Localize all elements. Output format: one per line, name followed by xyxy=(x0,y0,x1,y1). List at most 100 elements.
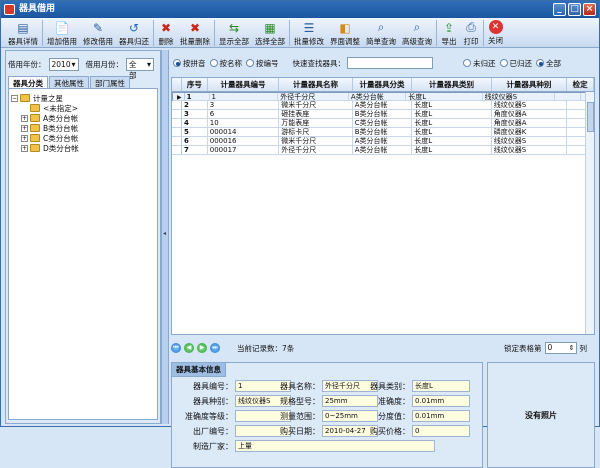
folder-icon xyxy=(30,144,40,152)
radio-all[interactable] xyxy=(536,59,544,67)
toolbar-button-2[interactable]: ✎ 修改借用 xyxy=(80,18,116,48)
toolbar-button-10[interactable]: ⌕ 简单查询 xyxy=(363,18,399,48)
tree-item[interactable]: + C类分台帐 xyxy=(11,133,155,143)
column-header[interactable]: 序号 xyxy=(182,78,208,91)
table-cell: 7 xyxy=(182,146,208,154)
field-label: 准确度： xyxy=(378,397,410,406)
grid-scrollbar[interactable] xyxy=(585,92,594,334)
field-value[interactable]: 0.01mm xyxy=(412,410,470,422)
tree-root[interactable]: − 计量之星 xyxy=(11,93,155,103)
tree-item[interactable]: + A类分台帐 xyxy=(11,113,155,123)
radio-number[interactable] xyxy=(246,59,254,67)
column-header[interactable]: 计量器具类别 xyxy=(412,78,492,91)
toolbar-button-9[interactable]: ◧ 界面调整 xyxy=(327,18,363,48)
minimize-button[interactable]: _ xyxy=(553,3,566,16)
tree-item[interactable]: <未指定> xyxy=(11,103,155,113)
radio-pinyin[interactable] xyxy=(173,59,181,67)
last-record-icon[interactable]: ⏭ xyxy=(210,343,220,353)
collapse-icon[interactable]: − xyxy=(11,94,18,102)
table-cell: 000017 xyxy=(208,146,280,154)
field-value[interactable]: 上量 xyxy=(235,440,435,452)
edit-document-icon: ✎ xyxy=(92,20,104,35)
pane-splitter[interactable]: ◂ xyxy=(161,50,169,424)
export-icon: ⇪ xyxy=(443,20,455,35)
table-cell: 线纹仪器S xyxy=(483,93,556,100)
expand-icon[interactable]: + xyxy=(21,114,28,122)
table-cell: 磷度仪器K xyxy=(492,128,568,136)
toolbar-button-12[interactable]: ⇪ 导出 xyxy=(438,18,460,48)
field-label: 测量范围： xyxy=(280,412,320,421)
toolbar-label: 打印 xyxy=(463,37,479,46)
field-value[interactable]: 0.01mm xyxy=(412,395,470,407)
table-row[interactable]: 2 3 微米千分尺 A类分台帐 长度L 线纹仪器S xyxy=(172,101,594,110)
prev-record-icon[interactable]: ◀ xyxy=(184,343,194,353)
return-icon: ↺ xyxy=(128,20,140,35)
field-label: 分度值： xyxy=(378,412,410,421)
radio-returned[interactable] xyxy=(499,59,508,67)
toolbar-button-7[interactable]: ▦ 选择全部 xyxy=(252,18,288,48)
table-cell: 1 xyxy=(185,93,210,100)
select-all-icon: ▦ xyxy=(264,20,276,35)
field-value[interactable]: 长度L xyxy=(412,380,470,392)
table-cell: 长度L xyxy=(412,137,492,145)
expand-icon[interactable]: + xyxy=(21,124,28,132)
toolbar-button-13[interactable]: ⎙ 打印 xyxy=(460,18,482,48)
advanced-search-icon: ⌕ xyxy=(413,20,421,34)
year-label: 借用年份： xyxy=(8,60,46,69)
radio-not-returned[interactable] xyxy=(463,59,471,67)
row-indicator xyxy=(172,119,182,127)
scroll-thumb[interactable] xyxy=(587,102,594,132)
table-row[interactable]: 7 000017 外径千分尺 A类分台帐 长度L 线纹仪器S xyxy=(172,146,594,155)
row-indicator xyxy=(172,101,182,109)
delete-icon: ✖ xyxy=(160,20,172,35)
lock-column-spinner[interactable]: 0 xyxy=(544,342,577,354)
table-row[interactable]: ▶ 1 1 外径千分尺 A类分台帐 长度L 线纹仪器S xyxy=(172,92,594,104)
folder-icon xyxy=(30,114,40,122)
tree-item[interactable]: + B类分台帐 xyxy=(11,123,155,133)
table-cell: 10 xyxy=(208,119,280,127)
table-row[interactable]: 6 000016 微米千分尺 A类分台帐 长度L 线纹仪器S xyxy=(172,137,594,146)
table-cell: 长度L xyxy=(412,119,492,127)
column-header[interactable]: 计量器具种别 xyxy=(492,78,568,91)
table-row[interactable]: 4 10 万能表座 C类分台帐 长度L 角度仪器A xyxy=(172,119,594,128)
toolbar-button-5[interactable]: ✖ 批量删除 xyxy=(177,18,213,48)
toolbar-button-1[interactable]: 📄 增加借用 xyxy=(44,18,80,48)
tree-item[interactable]: + D类分台帐 xyxy=(11,143,155,153)
maximize-button[interactable]: □ xyxy=(568,3,581,16)
column-header[interactable]: 计量器具名称 xyxy=(279,78,353,91)
column-header[interactable]: 检定 xyxy=(567,78,594,91)
first-record-icon[interactable]: ⏮ xyxy=(171,343,181,353)
window-close-button[interactable]: × xyxy=(583,3,596,16)
toolbar-button-6[interactable]: ⇆ 显示全部 xyxy=(216,18,252,48)
field-label: 准确度等级： xyxy=(185,412,233,421)
expand-icon[interactable]: + xyxy=(21,144,28,152)
table-cell: A类分台帐 xyxy=(349,93,407,100)
table-cell: 角度仪器A xyxy=(492,119,568,127)
table-row[interactable]: 5 000014 游标卡尺 B类分台帐 长度L 磷度仪器K xyxy=(172,128,594,137)
toolbar-button-11[interactable]: ⌕ 高级查询 xyxy=(399,18,435,48)
toolbar-button-3[interactable]: ↺ 器具归还 xyxy=(116,18,152,48)
year-select[interactable]: 2010 xyxy=(48,58,79,71)
search-icon: ⌕ xyxy=(377,20,385,34)
quick-search-input[interactable] xyxy=(347,57,433,69)
folder-icon xyxy=(30,124,40,132)
table-cell: 线纹仪器S xyxy=(492,137,568,145)
print-icon: ⎙ xyxy=(466,20,476,34)
column-header[interactable]: 计量器具编号 xyxy=(208,78,280,91)
lock-column-unit: 列 xyxy=(579,343,588,353)
toolbar-button-4[interactable]: ✖ 删除 xyxy=(155,18,177,48)
toolbar-button-14[interactable]: ✕ 关闭 xyxy=(485,18,506,48)
expand-icon[interactable]: + xyxy=(21,134,28,142)
main-window: 器具借用 _ □ × ▤ 器具详情 📄 增加借用 ✎ 修改借用 ↺ 器具归还 ✖ 删除 ✖ 批量删除 ⇆… xyxy=(0,0,600,468)
table-row[interactable]: 3 6 砸挂表座 B类分台帐 长度L 角度仪器A xyxy=(172,110,594,119)
table-cell: 游标卡尺 xyxy=(279,128,353,136)
month-select[interactable]: 全部 xyxy=(126,58,154,80)
toolbar-button-0[interactable]: ▤ 器具详情 xyxy=(5,18,41,48)
column-header[interactable]: 计量器具分类 xyxy=(353,78,413,91)
toolbar-button-8[interactable]: ☰ 批量修改 xyxy=(291,18,327,48)
field-label: 器具类别： xyxy=(370,382,410,391)
radio-name[interactable] xyxy=(209,59,218,67)
close-icon: ✕ xyxy=(488,20,503,34)
table-cell: 外径千分尺 xyxy=(279,146,353,154)
next-record-icon[interactable]: ▶ xyxy=(197,343,207,353)
